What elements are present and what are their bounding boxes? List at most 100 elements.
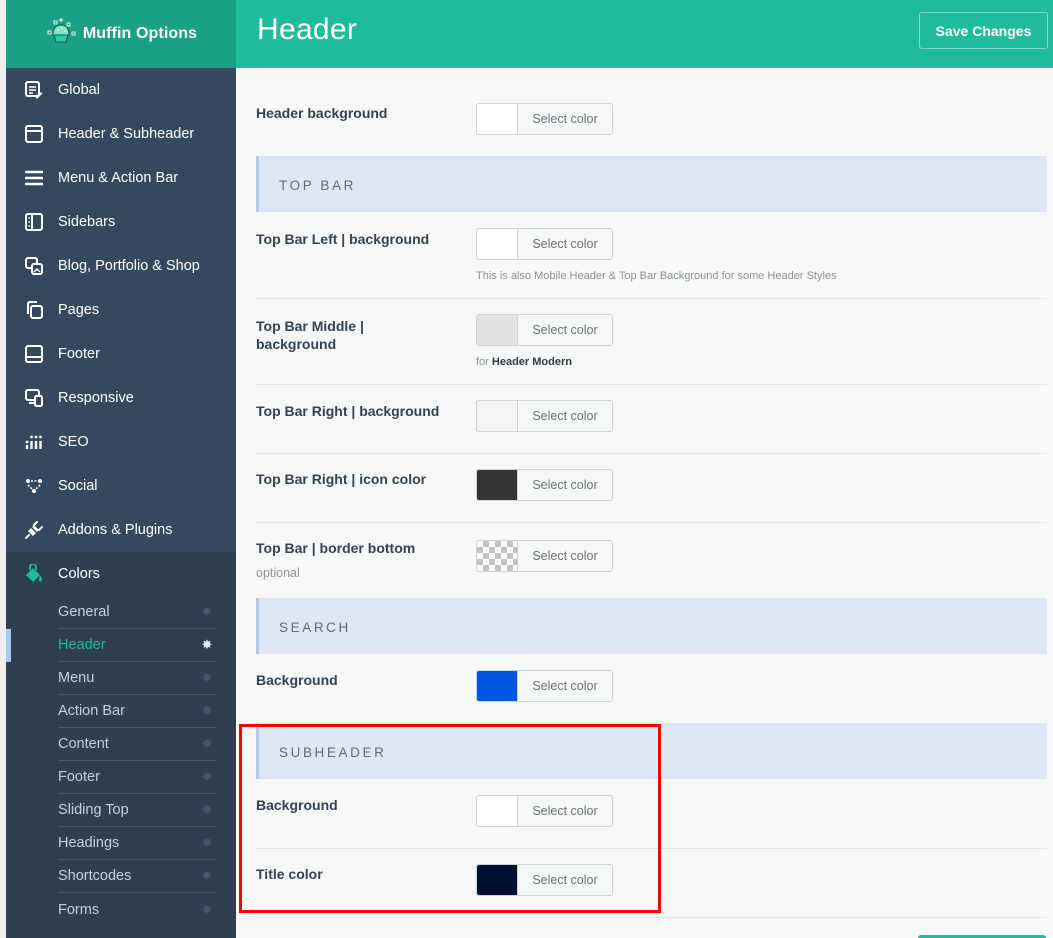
select-color-label: Select color (532, 409, 598, 423)
sidebar-layout-icon (24, 212, 44, 232)
sidebar-item-label: Sidebars (58, 214, 116, 230)
footer-layout-icon (24, 344, 44, 364)
color-picker[interactable]: Select color (476, 103, 613, 135)
submenu-item-header[interactable]: Header ✸ (58, 629, 216, 662)
submenu-item-label: Menu (58, 670, 95, 686)
sidebar-item-label: Colors (58, 566, 100, 582)
sidebar: Muffin Options Global Header & Subheader… (6, 0, 236, 938)
gear-icon: ✸ (201, 802, 213, 817)
page-title: Header (257, 13, 358, 46)
options-panel: Header background Select color TOP BAR T… (236, 68, 1053, 938)
sidebar-item-responsive[interactable]: Responsive (6, 376, 236, 420)
plug-icon (24, 520, 44, 540)
sidebar-item-footer[interactable]: Footer (6, 332, 236, 376)
color-picker[interactable]: Select color (476, 864, 613, 896)
option-search-background: Background Select color (256, 654, 1047, 723)
sidebar-item-label: Global (58, 82, 100, 98)
sidebar-item-label: Addons & Plugins (58, 522, 173, 538)
submenu-item-action-bar[interactable]: Action Bar ✸ (58, 695, 216, 728)
option-label: Top Bar Right | background (256, 403, 440, 419)
color-swatch (477, 865, 518, 895)
sidebar-item-sidebars[interactable]: Sidebars (6, 200, 236, 244)
color-picker[interactable]: Select color (476, 314, 613, 346)
option-hint: This is also Mobile Header & Top Bar Bac… (476, 270, 837, 282)
sidebar-item-pages[interactable]: Pages (6, 288, 236, 332)
section-title: SUBHEADER (279, 745, 387, 760)
gear-icon: ✸ (201, 736, 213, 751)
transparent-swatch (477, 541, 518, 571)
color-picker[interactable]: Select color (476, 228, 613, 260)
sidebar-item-colors[interactable]: Colors (6, 552, 236, 596)
sidebar-item-seo[interactable]: SEO (6, 420, 236, 464)
sidebar-item-menu-action-bar[interactable]: Menu & Action Bar (6, 156, 236, 200)
option-label: Background (256, 797, 338, 813)
option-top-bar-right-icon-color: Top Bar Right | icon color Select color (256, 454, 1047, 523)
sidebar-item-label: Menu & Action Bar (58, 170, 179, 186)
submenu-item-content[interactable]: Content ✸ (58, 728, 216, 761)
option-label: Top Bar Left | background (256, 231, 430, 247)
select-color-label: Select color (532, 679, 598, 693)
submenu-item-shortcodes[interactable]: Shortcodes ✸ (58, 860, 216, 893)
sidebar-item-label: Pages (58, 302, 100, 318)
colors-submenu: General ✸ Header ✸ Menu ✸ Action Bar ✸ Conte… (6, 596, 236, 938)
color-picker[interactable]: Select color (476, 540, 613, 572)
section-top-bar: TOP BAR (256, 156, 1047, 212)
gear-icon: ✸ (201, 868, 213, 883)
select-color-label: Select color (532, 112, 598, 126)
sidebar-item-blog-portfolio-shop[interactable]: Blog, Portfolio & Shop (6, 244, 236, 288)
option-top-bar-middle: Top Bar Middle | background Select color… (256, 299, 1047, 385)
submenu-item-footer[interactable]: Footer ✸ (58, 761, 216, 794)
paint-bucket-icon (24, 564, 44, 584)
option-label: Top Bar Middle | background (256, 318, 364, 352)
submenu-item-headings[interactable]: Headings ✸ (58, 827, 216, 860)
submenu-item-sliding-top[interactable]: Sliding Top ✸ (58, 794, 216, 827)
active-item-indicator (6, 629, 11, 662)
option-label: Top Bar | border bottom (256, 540, 416, 556)
gear-icon: ✸ (201, 604, 213, 619)
color-picker[interactable]: Select color (476, 469, 613, 501)
option-subheader-background: Background Select color (256, 779, 1047, 849)
option-label: Top Bar Right | icon color (256, 471, 427, 487)
option-label: Background (256, 672, 338, 688)
submenu-item-label: Header (58, 637, 106, 653)
gear-icon: ✸ (201, 769, 213, 784)
color-picker[interactable]: Select color (476, 670, 613, 702)
color-picker[interactable]: Select color (476, 400, 613, 432)
header-window-icon (24, 124, 44, 144)
option-top-bar-right-background: Top Bar Right | background Select color (256, 385, 1047, 454)
select-color-label: Select color (532, 237, 598, 251)
submenu-item-label: Shortcodes (58, 868, 132, 884)
select-color-label: Select color (532, 549, 598, 563)
pages-copy-icon (24, 300, 44, 320)
save-changes-button[interactable]: Save Changes (919, 12, 1048, 49)
color-swatch (477, 470, 518, 500)
color-picker[interactable]: Select color (476, 795, 613, 827)
sidebar-item-social[interactable]: Social (6, 464, 236, 508)
submenu-item-menu[interactable]: Menu ✸ (58, 662, 216, 695)
gear-icon: ✸ (201, 901, 213, 917)
top-bar: Header Save Changes (236, 0, 1053, 68)
sidebar-item-label: SEO (58, 434, 89, 450)
submenu-item-label: General (58, 604, 110, 620)
submenu-item-general[interactable]: General ✸ (58, 596, 216, 629)
select-color-label: Select color (532, 804, 598, 818)
sidebar-item-label: Blog, Portfolio & Shop (58, 258, 200, 274)
submenu-item-label: Content (58, 736, 109, 752)
sidebar-item-global[interactable]: Global (6, 68, 236, 112)
global-edit-icon (24, 80, 44, 100)
social-network-icon (24, 476, 44, 496)
select-color-label: Select color (532, 873, 598, 887)
gear-icon: ✸ (201, 703, 213, 718)
sidebar-item-label: Header & Subheader (58, 126, 195, 142)
sidebar-item-label: Footer (58, 346, 100, 362)
menu-bars-icon (24, 168, 44, 188)
submenu-item-forms[interactable]: Forms ✸ (58, 893, 216, 926)
section-search: SEARCH (256, 598, 1047, 654)
responsive-devices-icon (24, 388, 44, 408)
sidebar-item-header-subheader[interactable]: Header & Subheader (6, 112, 236, 156)
sidebar-item-addons-plugins[interactable]: Addons & Plugins (6, 508, 236, 552)
brand-logo[interactable]: Muffin Options (6, 0, 236, 68)
submenu-item-label: Footer (58, 769, 100, 785)
submenu-item-label: Headings (58, 835, 120, 851)
blog-media-icon (24, 256, 44, 276)
